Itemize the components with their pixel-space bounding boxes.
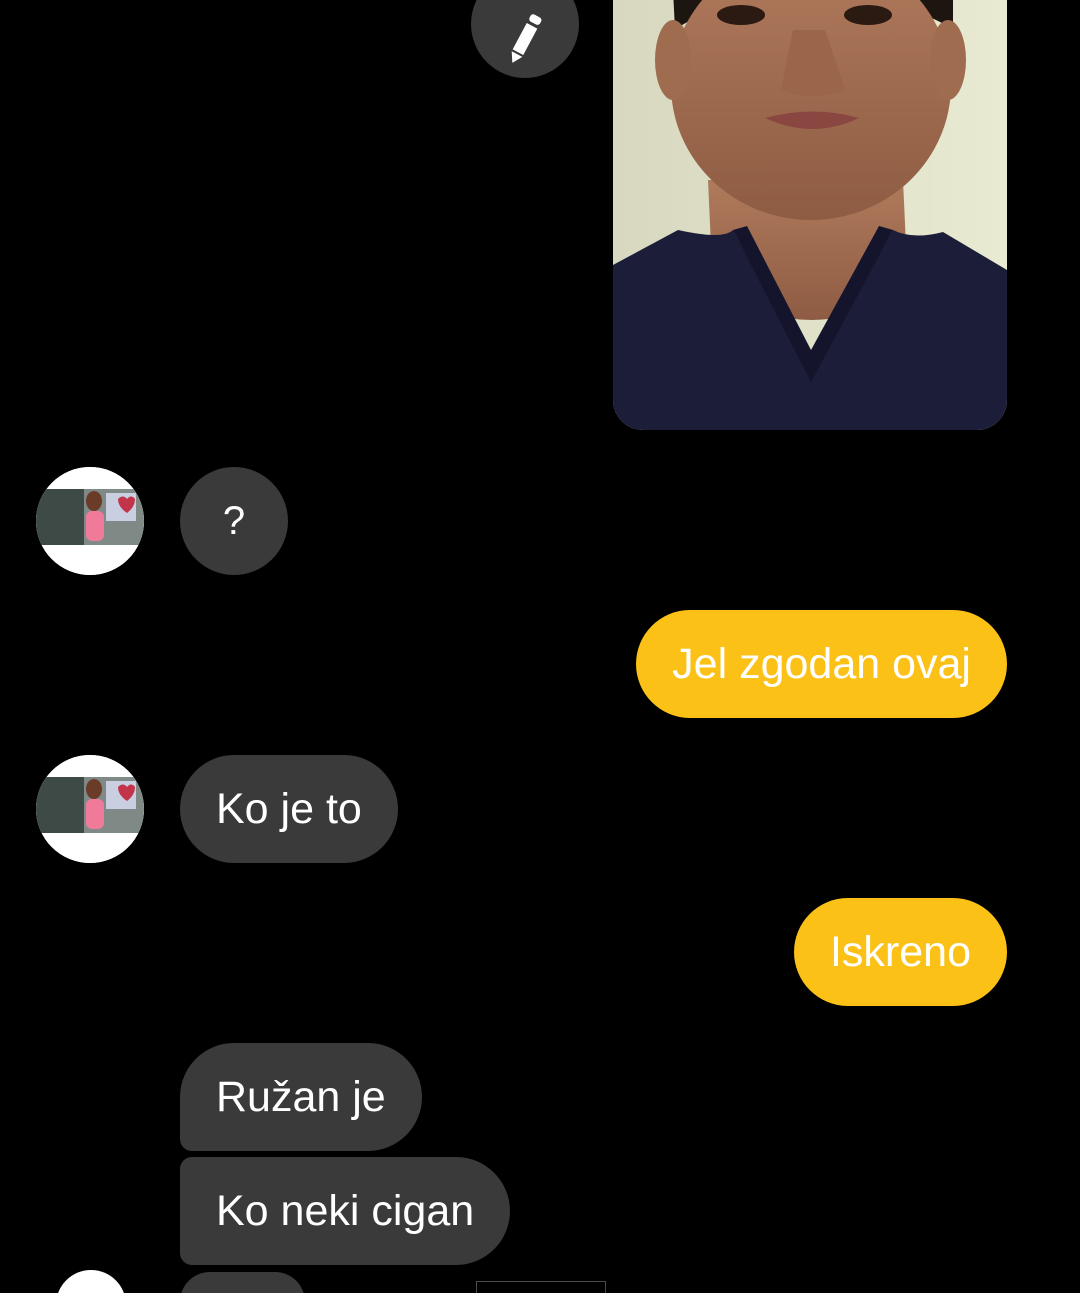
scroll-handle[interactable] — [476, 1281, 606, 1293]
pencil-icon — [511, 14, 542, 63]
message-bubble-incoming[interactable]: ? — [180, 467, 288, 575]
contact-avatar — [36, 755, 144, 863]
contact-avatar — [36, 467, 144, 575]
edit-photo-button[interactable] — [471, 0, 579, 78]
message-bubble-outgoing[interactable]: Iskreno — [793, 898, 1007, 1006]
avatar[interactable] — [36, 467, 144, 575]
avatar[interactable] — [36, 755, 144, 863]
message-bubble-incoming[interactable]: Ružan je — [180, 1043, 422, 1151]
message-bubble-incoming[interactable]: Ko je to — [180, 755, 398, 863]
message-bubble-outgoing[interactable]: Jel zgodan ovaj — [636, 610, 1007, 718]
message-bubble-incoming[interactable] — [180, 1272, 305, 1293]
portrait-photo — [613, 0, 1007, 430]
sent-photo[interactable] — [613, 0, 1007, 430]
message-bubble-incoming[interactable]: Ko neki cigan — [180, 1157, 511, 1265]
chat-screen: ? Jel zgodan ovaj Ko je to Iskreno Ružan… — [0, 0, 1080, 1293]
avatar[interactable] — [56, 1270, 126, 1293]
